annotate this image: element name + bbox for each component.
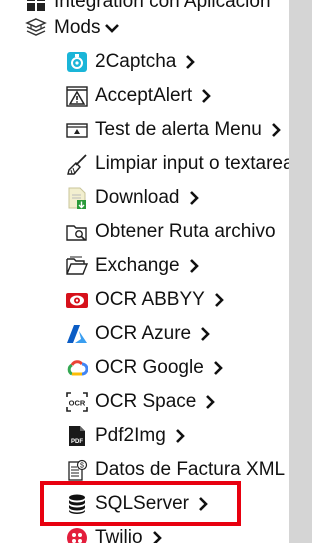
chevron-right-icon [175,429,185,443]
twilio-icon [66,527,88,543]
item-label: Limpiar input o textarea [95,153,289,174]
vertical-scrollbar[interactable] [289,0,312,543]
tree-item-ocr-google[interactable]: OCR Google [66,353,226,383]
tree-item-pdf2img[interactable]: PDF Pdf2Img [66,421,188,451]
tree-item-ocr-space[interactable]: OCR OCR Space [66,387,218,417]
svg-text:OCR: OCR [69,399,86,408]
sqlserver-highlight-box [40,481,241,526]
broom-icon [66,153,88,175]
tree-item-2captcha[interactable]: 2Captcha [66,47,198,77]
alert-warning-icon [66,85,88,107]
tree-item-ocr-azure[interactable]: OCR Azure [66,319,213,349]
item-label: AcceptAlert [95,85,193,106]
download-file-icon [66,187,88,209]
svg-text:PDF: PDF [71,439,83,445]
item-label: Download [95,187,180,208]
invoice-icon: $ [66,459,88,481]
tree-item-exchange[interactable]: Exchange [66,251,202,281]
item-label: Pdf2Img [95,425,166,446]
chevron-right-icon [206,395,216,409]
alert-window-icon [66,119,88,141]
item-label: Obtener Ruta archivo [95,221,276,242]
chevron-down-icon [105,24,120,33]
chevron-right-icon [213,361,223,375]
item-label: OCR Azure [95,323,192,344]
azure-logo-icon [66,323,88,345]
folder-search-icon [66,221,88,243]
tree-folder-label: Mods [54,17,101,38]
windows-icon [25,0,47,13]
item-label: Test de alerta Menu [95,119,262,140]
chevron-right-icon [189,191,199,205]
chevron-right-icon [214,293,224,307]
chevron-right-icon [271,123,281,137]
mods-stack-icon [25,17,47,39]
tree-item-download[interactable]: Download [66,183,202,213]
item-label: 2Captcha [95,51,177,72]
item-label: Exchange [95,255,180,276]
item-label: Twilio [95,527,143,543]
module-tree: Integration con Aplicacion Mods 2Captcha [0,0,289,543]
chevron-right-icon [201,327,210,341]
chevron-right-icon [186,55,196,69]
svg-text:$: $ [80,463,84,470]
tree-item-test-alerta-menu[interactable]: Test de alerta Menu [66,115,284,145]
tree-item-obtener-ruta[interactable]: Obtener Ruta archivo [66,217,276,247]
tree-item-acceptalert[interactable]: AcceptAlert [66,81,214,111]
item-label: OCR ABBYY [95,289,205,310]
folder-open-icon [66,255,89,277]
chevron-right-icon [202,89,211,103]
captcha-icon [66,51,88,73]
chevron-right-icon [152,531,162,543]
tree-item-ocr-abbyy[interactable]: OCR ABBYY [66,285,227,315]
google-cloud-icon [66,357,89,379]
item-label: OCR Google [95,357,204,378]
ocr-scan-icon: OCR [66,391,88,413]
tree-item-twilio[interactable]: Twilio [66,523,165,543]
item-label: OCR Space [95,391,197,412]
pdf-file-icon: PDF [66,425,88,447]
tree-item-limpiar-input[interactable]: Limpiar input o textarea [66,149,289,179]
abbyy-eye-icon [66,289,88,311]
tree-folder-mods[interactable]: Mods [25,13,120,43]
chevron-right-icon [189,259,199,273]
